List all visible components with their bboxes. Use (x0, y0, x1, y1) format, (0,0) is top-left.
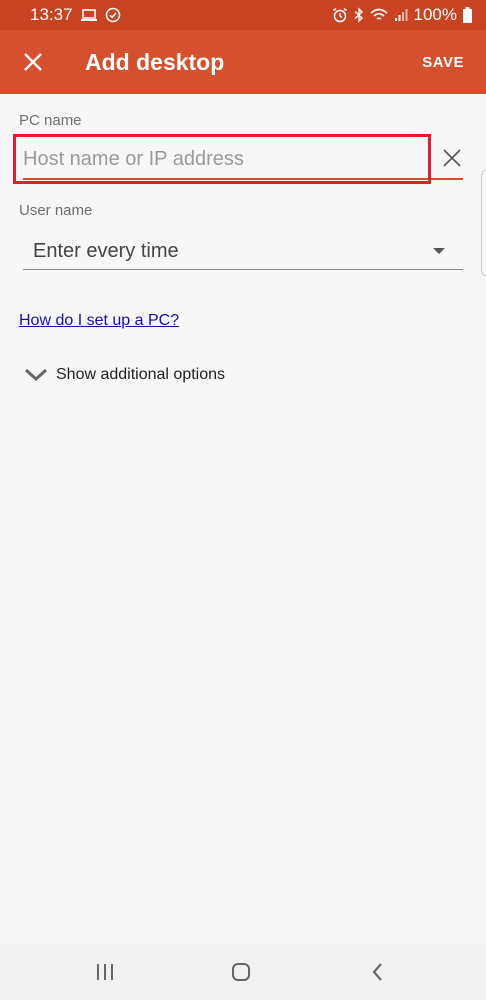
status-time: 13:37 (30, 5, 73, 24)
user-name-label: User name (19, 202, 93, 219)
chevron-down-icon (24, 368, 48, 382)
save-button[interactable]: SAVE (422, 54, 464, 71)
user-name-value: Enter every time (33, 240, 179, 262)
pc-name-input[interactable] (23, 140, 423, 178)
back-button[interactable] (363, 958, 391, 986)
form-content: PC name User name Enter every time How d… (0, 94, 486, 944)
navigation-bar (0, 944, 486, 1000)
recent-apps-button[interactable] (91, 958, 119, 986)
show-additional-options[interactable]: Show additional options (24, 366, 225, 384)
close-button[interactable] (0, 30, 66, 94)
status-right: 100% (332, 5, 472, 25)
dropdown-arrow-icon (433, 248, 445, 254)
scroll-handle[interactable] (481, 170, 486, 276)
clear-input-icon[interactable] (441, 147, 463, 169)
signal-icon (394, 9, 408, 21)
pc-name-field (23, 140, 463, 180)
status-bar: 13:37 100% (0, 0, 486, 30)
home-icon (232, 963, 250, 981)
wifi-icon (369, 8, 388, 20)
bluetooth-icon (354, 7, 363, 23)
help-link[interactable]: How do I set up a PC? (19, 312, 179, 330)
status-left: 13:37 (30, 5, 121, 25)
page-title: Add desktop (85, 48, 225, 75)
close-icon (24, 53, 42, 71)
laptop-icon (80, 9, 97, 21)
home-button[interactable] (227, 958, 255, 986)
pc-name-label: PC name (19, 112, 82, 129)
recent-apps-icon (97, 964, 113, 980)
battery-percent: 100% (413, 5, 457, 24)
alarm-icon (332, 7, 347, 23)
check-circle-icon (105, 7, 120, 23)
battery-icon (463, 7, 472, 23)
app-bar: Add desktop SAVE (0, 30, 486, 94)
back-icon (372, 963, 382, 981)
additional-options-label: Show additional options (56, 366, 226, 383)
user-name-dropdown[interactable]: Enter every time (23, 232, 463, 270)
